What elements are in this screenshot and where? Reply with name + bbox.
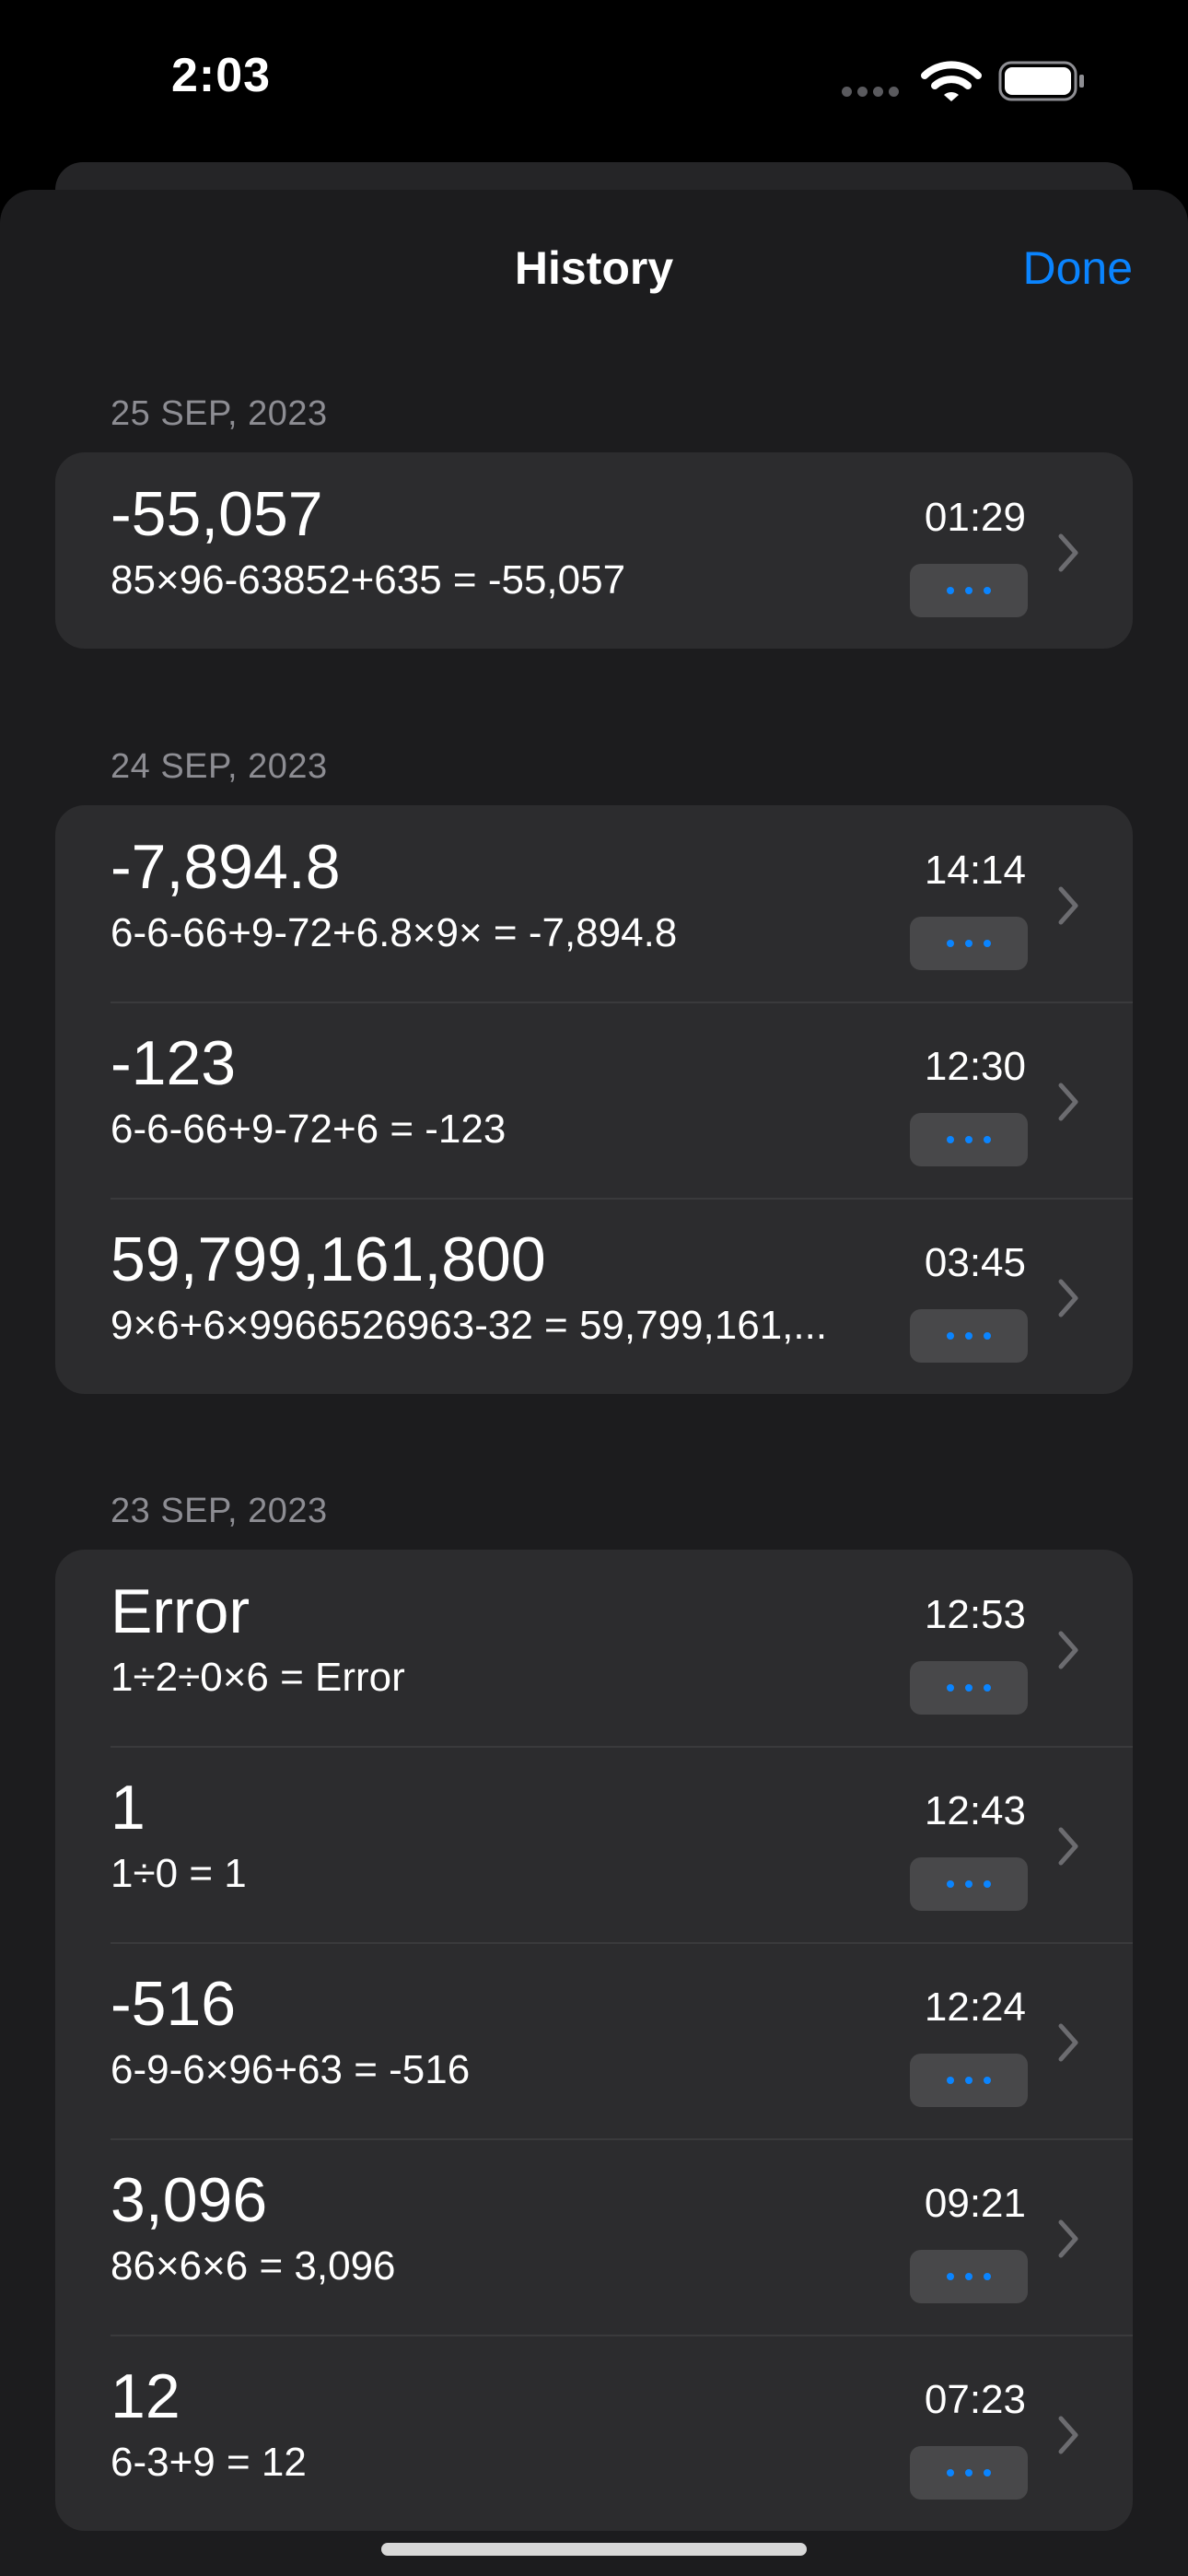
home-indicator[interactable] <box>381 2543 807 2556</box>
chevron-right-icon <box>1057 2022 1079 2067</box>
timestamp: 12:43 <box>924 1788 1026 1833</box>
ellipsis-icon <box>947 940 954 947</box>
chevron-right-icon <box>1057 533 1079 578</box>
chevron-right-icon <box>1057 1826 1079 1871</box>
more-options-button[interactable] <box>910 1661 1028 1715</box>
timestamp: 14:14 <box>924 848 1026 893</box>
ellipsis-icon <box>947 2469 954 2476</box>
more-options-button[interactable] <box>910 2250 1028 2303</box>
history-group: -7,894.8 6-6-66+9-72+6.8×9× = -7,894.8 14:… <box>55 805 1133 1394</box>
ellipsis-icon <box>947 1880 954 1888</box>
timestamp: 12:53 <box>924 1592 1026 1637</box>
result-value: 1 <box>111 1773 146 1843</box>
expression-text: 1÷2÷0×6 = Error <box>111 1655 405 1700</box>
more-options-button[interactable] <box>910 2446 1028 2500</box>
page-title: History <box>514 242 674 294</box>
history-row[interactable]: -55,057 85×96-63852+635 = -55,057 01:29 <box>55 452 1133 649</box>
chevron-right-icon <box>1057 885 1079 931</box>
more-options-button[interactable] <box>910 917 1028 970</box>
ellipsis-icon <box>947 1332 954 1340</box>
status-bar: 2:03 <box>0 0 1188 161</box>
expression-text: 85×96-63852+635 = -55,057 <box>111 557 626 603</box>
ellipsis-icon <box>947 2077 954 2084</box>
section-header-date: 24 SEP, 2023 <box>111 747 328 786</box>
history-row[interactable]: Error 1÷2÷0×6 = Error 12:53 <box>55 1550 1133 1746</box>
status-time: 2:03 <box>171 49 272 102</box>
ellipsis-icon <box>947 1136 954 1143</box>
expression-text: 9×6+6×9966526963-32 = 59,799,161,... <box>111 1303 828 1348</box>
result-value: Error <box>111 1576 250 1646</box>
history-group: -55,057 85×96-63852+635 = -55,057 01:29 <box>55 452 1133 649</box>
more-options-button[interactable] <box>910 1857 1028 1911</box>
history-row[interactable]: 59,799,161,800 9×6+6×9966526963-32 = 59,7… <box>55 1198 1133 1394</box>
history-row[interactable]: 12 6-3+9 = 12 07:23 <box>55 2335 1133 2531</box>
section-header-date: 25 SEP, 2023 <box>111 394 328 433</box>
result-value: 12 <box>111 2361 181 2431</box>
result-value: 3,096 <box>111 2165 268 2235</box>
chevron-right-icon <box>1057 1278 1079 1323</box>
ellipsis-icon <box>947 1684 954 1692</box>
result-value: 59,799,161,800 <box>111 1224 546 1294</box>
battery-icon <box>998 61 1084 101</box>
ellipsis-icon <box>947 2273 954 2280</box>
result-value: -7,894.8 <box>111 832 341 902</box>
chevron-right-icon <box>1057 2219 1079 2264</box>
chevron-right-icon <box>1057 1630 1079 1675</box>
expression-text: 6-3+9 = 12 <box>111 2440 307 2485</box>
signal-icon <box>842 85 904 101</box>
timestamp: 12:30 <box>924 1044 1026 1089</box>
expression-text: 6-9-6×96+63 = -516 <box>111 2047 471 2092</box>
history-row[interactable]: 1 1÷0 = 1 12:43 <box>55 1746 1133 1942</box>
timestamp: 07:23 <box>924 2377 1026 2422</box>
timestamp: 03:45 <box>924 1240 1026 1285</box>
expression-text: 1÷0 = 1 <box>111 1851 247 1896</box>
result-value: -55,057 <box>111 479 323 549</box>
expression-text: 86×6×6 = 3,096 <box>111 2243 396 2289</box>
result-value: -516 <box>111 1969 237 2039</box>
wifi-icon <box>921 61 982 101</box>
history-row[interactable]: -516 6-9-6×96+63 = -516 12:24 <box>55 1942 1133 2138</box>
chevron-right-icon <box>1057 2415 1079 2460</box>
history-row[interactable]: -7,894.8 6-6-66+9-72+6.8×9× = -7,894.8 14:… <box>55 805 1133 1001</box>
result-value: -123 <box>111 1028 237 1098</box>
history-row[interactable]: 3,096 86×6×6 = 3,096 09:21 <box>55 2138 1133 2335</box>
expression-text: 6-6-66+9-72+6 = -123 <box>111 1107 507 1152</box>
more-options-button[interactable] <box>910 2054 1028 2107</box>
section-header-date: 23 SEP, 2023 <box>111 1492 328 1530</box>
more-options-button[interactable] <box>910 564 1028 617</box>
timestamp: 09:21 <box>924 2181 1026 2226</box>
timestamp: 01:29 <box>924 495 1026 540</box>
timestamp: 12:24 <box>924 1985 1026 2030</box>
chevron-right-icon <box>1057 1082 1079 1127</box>
history-row[interactable]: -123 6-6-66+9-72+6 = -123 12:30 <box>55 1001 1133 1198</box>
expression-text: 6-6-66+9-72+6.8×9× = -7,894.8 <box>111 910 678 955</box>
done-button[interactable]: Done <box>1022 241 1133 295</box>
more-options-button[interactable] <box>910 1309 1028 1363</box>
history-group: Error 1÷2÷0×6 = Error 12:53 1 1÷0 = 1 12:43 -5… <box>55 1550 1133 2531</box>
more-options-button[interactable] <box>910 1113 1028 1166</box>
ellipsis-icon <box>947 587 954 594</box>
